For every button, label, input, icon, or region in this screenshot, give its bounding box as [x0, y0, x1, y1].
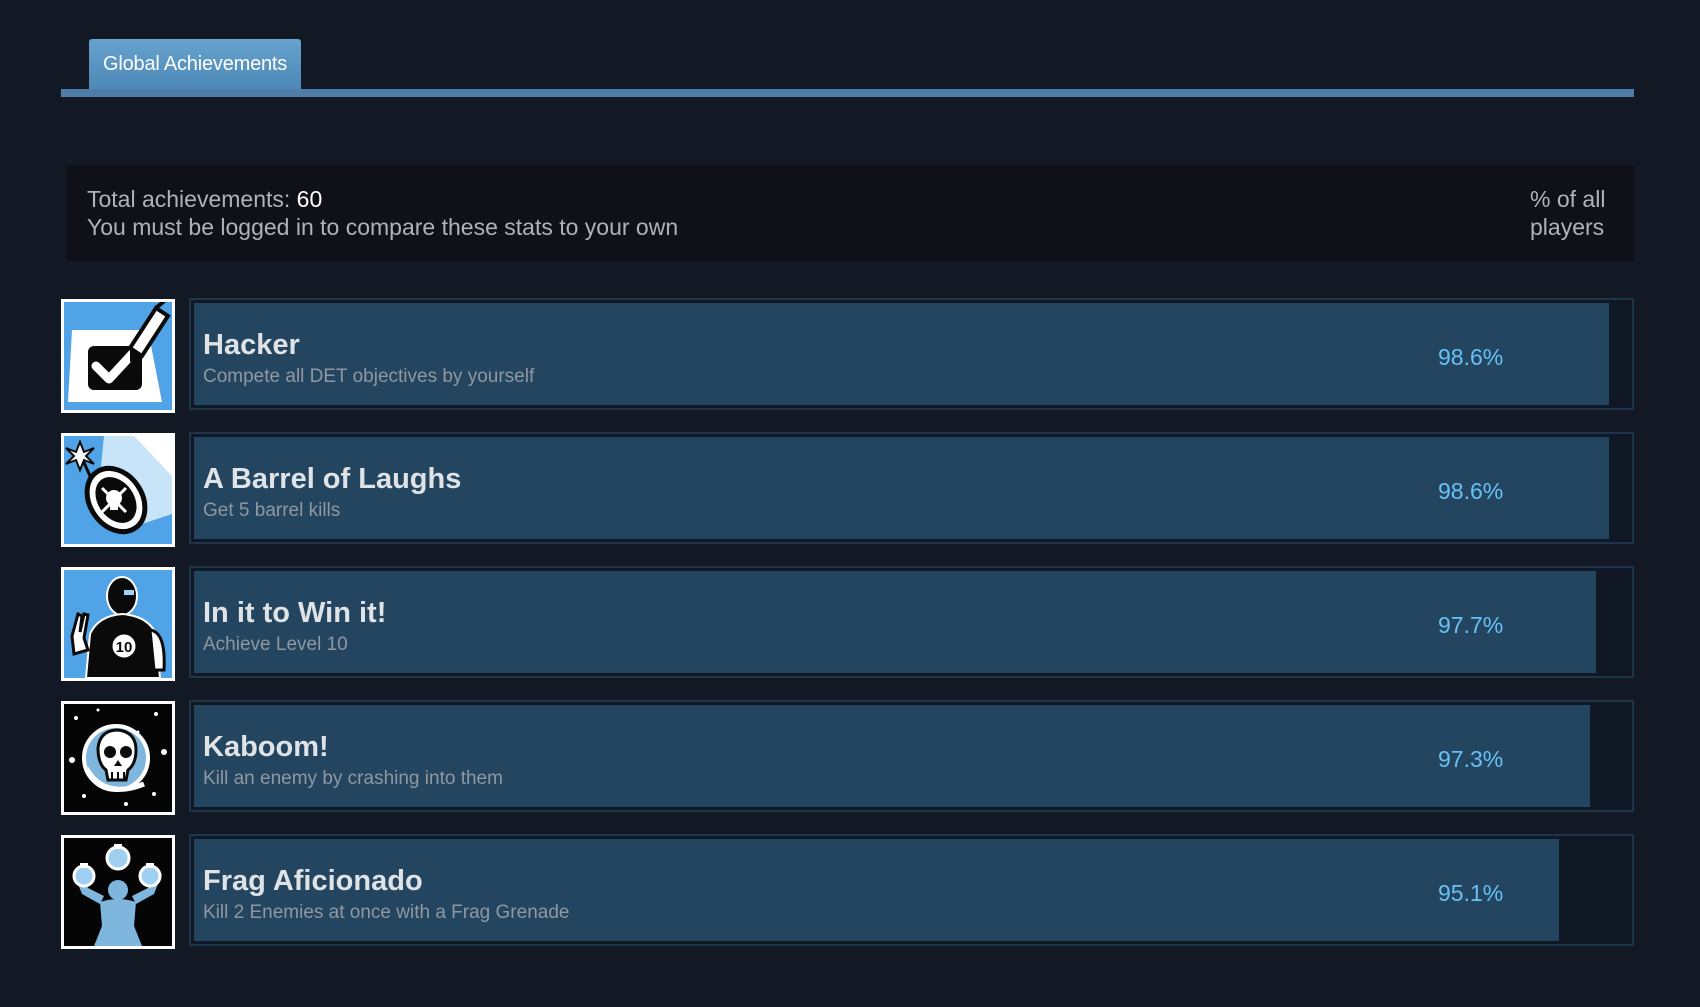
achievement-description: Kill an enemy by crashing into them [203, 768, 503, 789]
achievement-row: Hacker Compete all DET objectives by you… [61, 298, 1634, 413]
achievement-percent: 97.7% [1438, 612, 1504, 638]
achievement-percent: 97.3% [1438, 746, 1504, 772]
achievement-bar: Hacker Compete all DET objectives by you… [189, 298, 1634, 410]
achievement-percent: 98.6% [1438, 478, 1504, 504]
achievement-bar: Kaboom! Kill an enemy by crashing into t… [189, 700, 1634, 812]
achievement-name: A Barrel of Laughs [203, 463, 462, 495]
achievement-name: Hacker [203, 329, 300, 361]
achievement-bar: Frag Aficionado Kill 2 Enemies at once w… [189, 834, 1634, 946]
achievement-description: Compete all DET objectives by yourself [203, 366, 535, 387]
achievement-percent: 98.6% [1438, 344, 1504, 370]
checkbox-marker-icon [61, 299, 175, 413]
achievement-row: 10 In it to Win it! Achieve Level 10 97.… [61, 566, 1634, 681]
svg-text:10: 10 [116, 639, 133, 656]
achievement-bar: In it to Win it! Achieve Level 10 97.7% [189, 566, 1634, 678]
achievement-percent: 95.1% [1438, 880, 1504, 906]
achievement-description: Achieve Level 10 [203, 634, 348, 655]
achievements-summary: Total achievements: 60 You must be logge… [66, 165, 1634, 261]
percent-column-header: % of all players [1530, 186, 1606, 240]
space-skull-helmet-icon [61, 701, 175, 815]
achievement-description: Kill 2 Enemies at once with a Frag Grena… [203, 902, 570, 923]
tab-global-achievements[interactable]: Global Achievements [89, 39, 302, 91]
achievement-list: Hacker Compete all DET objectives by you… [61, 298, 1634, 968]
achievement-name: Kaboom! [203, 731, 329, 763]
achievement-row: A Barrel of Laughs Get 5 barrel kills 98… [61, 432, 1634, 547]
total-achievements-label: Total achievements: [87, 186, 297, 212]
percent-fill-bar [194, 705, 1590, 807]
total-achievements-count: 60 [296, 186, 323, 212]
login-note: You must be logged in to compare these s… [87, 214, 679, 240]
skull-barrel-icon [61, 433, 175, 547]
achievement-description: Get 5 barrel kills [203, 500, 341, 521]
soldier-peace-sign-icon: 10 [61, 567, 175, 681]
achievement-row: Kaboom! Kill an enemy by crashing into t… [61, 700, 1634, 815]
tab-underline [61, 89, 1634, 97]
juggling-grenades-icon [61, 835, 175, 949]
total-achievements-line: Total achievements: 60 [87, 185, 1612, 213]
achievement-row: Frag Aficionado Kill 2 Enemies at once w… [61, 834, 1634, 949]
achievement-name: In it to Win it! [203, 597, 387, 629]
percent-fill-bar [194, 571, 1596, 673]
tab-bar: Global Achievements [61, 39, 1634, 98]
achievement-name: Frag Aficionado [203, 865, 423, 897]
achievement-bar: A Barrel of Laughs Get 5 barrel kills 98… [189, 432, 1634, 544]
percent-fill-bar [194, 303, 1609, 405]
